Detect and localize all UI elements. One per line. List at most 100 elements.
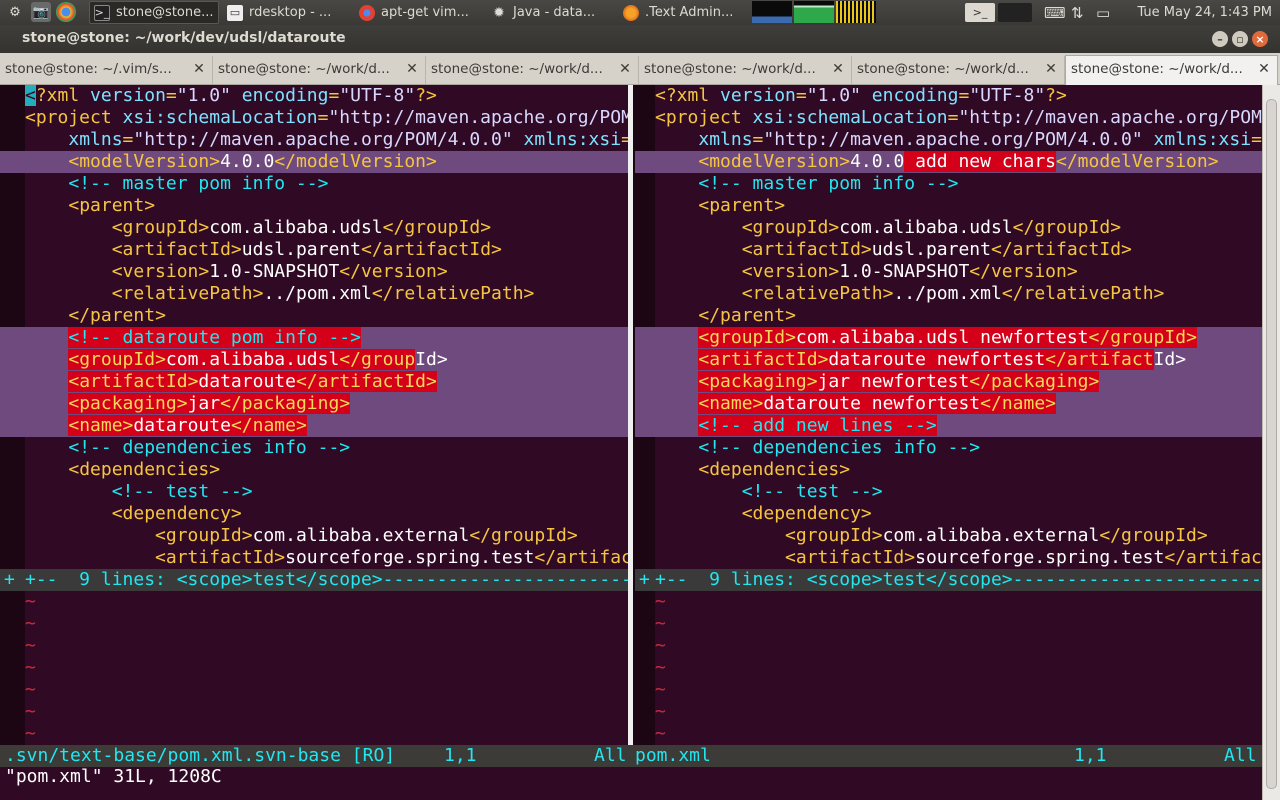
tab-3[interactable]: stone@stone: ~/work/d... ✕: [426, 56, 639, 84]
code-line[interactable]: <dependencies>: [655, 459, 1262, 481]
code-line[interactable]: <!-- add new lines -->: [655, 415, 1262, 437]
code-line[interactable]: <version>1.0-SNAPSHOT</version>: [655, 261, 1262, 283]
tab-2[interactable]: stone@stone: ~/work/d... ✕: [213, 56, 426, 84]
close-tab-icon[interactable]: ✕: [831, 62, 845, 76]
code-line[interactable]: <!-- master pom info -->: [655, 173, 1262, 195]
terminal-scrollbar[interactable]: [1262, 85, 1280, 800]
code-line[interactable]: <packaging>jar</packaging>: [25, 393, 628, 415]
terminal-tray-icon[interactable]: >_: [965, 3, 995, 22]
sign-marker: [635, 327, 655, 349]
code-line[interactable]: <groupId>com.alibaba.udsl</groupId>: [25, 217, 628, 239]
minimize-icon[interactable]: –: [1212, 31, 1228, 47]
code-line[interactable]: <name>dataroute newfortest</name>: [655, 393, 1262, 415]
empty-line-tilde: ~: [655, 591, 666, 612]
maximize-icon[interactable]: ▫: [1232, 31, 1248, 47]
chrome-icon: [359, 4, 375, 21]
code-line[interactable]: <artifactId>udsl.parent</artifactId>: [655, 239, 1262, 261]
sign-tilde: [0, 657, 24, 679]
vim-status-line: .svn/text-base/pom.xml.svn-base [RO] 1,1…: [0, 745, 1262, 767]
code-line[interactable]: <artifactId>dataroute</artifactId>: [25, 371, 628, 393]
code-line[interactable]: <artifactId>dataroute newfortest</artifa…: [655, 349, 1262, 371]
code-line[interactable]: <parent>: [25, 195, 628, 217]
code-line[interactable]: <name>dataroute</name>: [25, 415, 628, 437]
battery-icon[interactable]: ▭: [1096, 0, 1110, 25]
code-line[interactable]: <artifactId>sourceforge.spring.test</art…: [25, 547, 628, 569]
task-terminal[interactable]: >_ stone@stone...: [89, 1, 219, 24]
code-line[interactable]: <packaging>jar newfortest</packaging>: [655, 371, 1262, 393]
code-line[interactable]: <version>1.0-SNAPSHOT</version>: [25, 261, 628, 283]
sign-marker: [635, 151, 655, 173]
sign-tilde: [0, 635, 24, 657]
memory-graph: [794, 1, 834, 23]
vim-command-line[interactable]: "pom.xml" 31L, 1208C: [5, 766, 222, 788]
code-line[interactable]: <!-- test -->: [655, 481, 1262, 503]
task-rdesktop[interactable]: ▭ rdesktop - ...: [223, 1, 348, 24]
tab-5[interactable]: stone@stone: ~/work/d... ✕: [852, 56, 1065, 84]
code-line[interactable]: </parent>: [655, 305, 1262, 327]
window-titlebar[interactable]: stone@stone: ~/work/dev/udsl/dataroute –…: [0, 25, 1280, 53]
applications-menu-icon[interactable]: ⚙: [5, 2, 25, 22]
code-line[interactable]: <dependencies>: [25, 459, 628, 481]
code-line[interactable]: <!-- master pom info -->: [25, 173, 628, 195]
chrome-launcher-icon[interactable]: [56, 2, 76, 22]
code-line[interactable]: <?xml version="1.0" encoding="UTF-8"?>: [25, 85, 628, 107]
empty-line-tilde: ~: [25, 635, 36, 656]
code-line[interactable]: <dependency>: [25, 503, 628, 525]
tray-window-icon[interactable]: [998, 3, 1032, 22]
close-tab-icon[interactable]: ✕: [618, 62, 632, 76]
tab-1[interactable]: stone@stone: ~/.vim/s... ✕: [0, 56, 213, 84]
right-diff-pane[interactable]: <?xml version="1.0" encoding="UTF-8"?> <p…: [655, 85, 1262, 745]
code-line[interactable]: <relativePath>../pom.xml</relativePath>: [25, 283, 628, 305]
code-line[interactable]: <artifactId>sourceforge.spring.test</art…: [655, 547, 1262, 569]
left-diff-pane[interactable]: <?xml version="1.0" encoding="UTF-8"?> <p…: [25, 85, 628, 745]
code-line[interactable]: </parent>: [25, 305, 628, 327]
keyboard-icon[interactable]: ⌨: [1044, 0, 1066, 25]
network-icon[interactable]: ⇅: [1071, 0, 1084, 25]
code-line[interactable]: xmlns="http://maven.apache.org/POM/4.0.0…: [655, 129, 1262, 151]
empty-line-tilde: ~: [25, 613, 36, 634]
right-sign-column: + ~ ~ ~ ~ ~ ~ ~: [635, 85, 666, 745]
task-chrome[interactable]: apt-get vim...: [355, 1, 483, 24]
code-line[interactable]: <!-- dependencies info -->: [655, 437, 1262, 459]
code-line[interactable]: <artifactId>udsl.parent</artifactId>: [25, 239, 628, 261]
code-line[interactable]: <modelVersion>4.0.0 add new chars</model…: [655, 151, 1262, 173]
close-tab-icon[interactable]: ✕: [1044, 62, 1058, 76]
close-tab-icon[interactable]: ✕: [1257, 62, 1271, 76]
code-line[interactable]: xmlns="http://maven.apache.org/POM/4.0.0…: [25, 129, 628, 151]
code-line[interactable]: <parent>: [655, 195, 1262, 217]
tab-label: stone@stone: ~/work/d...: [1071, 61, 1243, 77]
code-line[interactable]: <!-- dataroute pom info -->: [25, 327, 628, 349]
code-line[interactable]: <project xsi:schemaLocation="http://mave…: [25, 107, 628, 129]
close-tab-icon[interactable]: ✕: [405, 62, 419, 76]
task-label: rdesktop - ...: [249, 5, 332, 20]
task-firefox[interactable]: .Text Admin...: [619, 1, 747, 24]
code-line[interactable]: <groupId>com.alibaba.external</groupId>: [655, 525, 1262, 547]
fold-line[interactable]: +-- 9 lines: <scope>test</scope>--------…: [25, 569, 628, 591]
code-line[interactable]: <!-- dependencies info -->: [25, 437, 628, 459]
scrollbar-thumb[interactable]: [1266, 99, 1277, 789]
task-eclipse[interactable]: ✹ Java - data...: [487, 1, 615, 24]
task-label: stone@stone...: [116, 5, 214, 20]
close-tab-icon[interactable]: ✕: [192, 62, 206, 76]
code-line[interactable]: <?xml version="1.0" encoding="UTF-8"?>: [655, 85, 1262, 107]
code-line[interactable]: <dependency>: [655, 503, 1262, 525]
terminal-vimdiff[interactable]: + ~ ~ ~ ~ ~ ~ ~ <?xml version="1.0" encoding="U…: [0, 85, 1262, 800]
left-status-position: 1,1: [444, 745, 477, 766]
tab-6-active[interactable]: stone@stone: ~/work/d... ✕: [1065, 55, 1278, 85]
tab-4[interactable]: stone@stone: ~/work/d... ✕: [639, 56, 852, 84]
code-line[interactable]: <groupId>com.alibaba.udsl</groupId>: [655, 217, 1262, 239]
code-line[interactable]: <groupId>com.alibaba.udsl newfortest</gr…: [655, 327, 1262, 349]
terminal-tab-bar: stone@stone: ~/.vim/s... ✕ stone@stone: ~…: [0, 53, 1280, 85]
code-line[interactable]: <relativePath>../pom.xml</relativePath>: [655, 283, 1262, 305]
code-line[interactable]: <groupId>com.alibaba.external</groupId>: [25, 525, 628, 547]
close-icon[interactable]: ×: [1252, 31, 1268, 47]
code-line[interactable]: <project xsi:schemaLocation="http://mave…: [655, 107, 1262, 129]
fold-line[interactable]: +-- 9 lines: <scope>test</scope>--------…: [655, 569, 1262, 591]
clock[interactable]: Tue May 24, 1:43 PM: [1137, 0, 1272, 25]
empty-line-tilde: ~: [25, 591, 36, 612]
code-line[interactable]: <groupId>com.alibaba.udsl</groupId>: [25, 349, 628, 371]
sign-marker: [0, 393, 25, 415]
code-line[interactable]: <!-- test -->: [25, 481, 628, 503]
code-line[interactable]: <modelVersion>4.0.0</modelVersion>: [25, 151, 628, 173]
screenshot-launcher-icon[interactable]: 📷: [31, 2, 51, 22]
